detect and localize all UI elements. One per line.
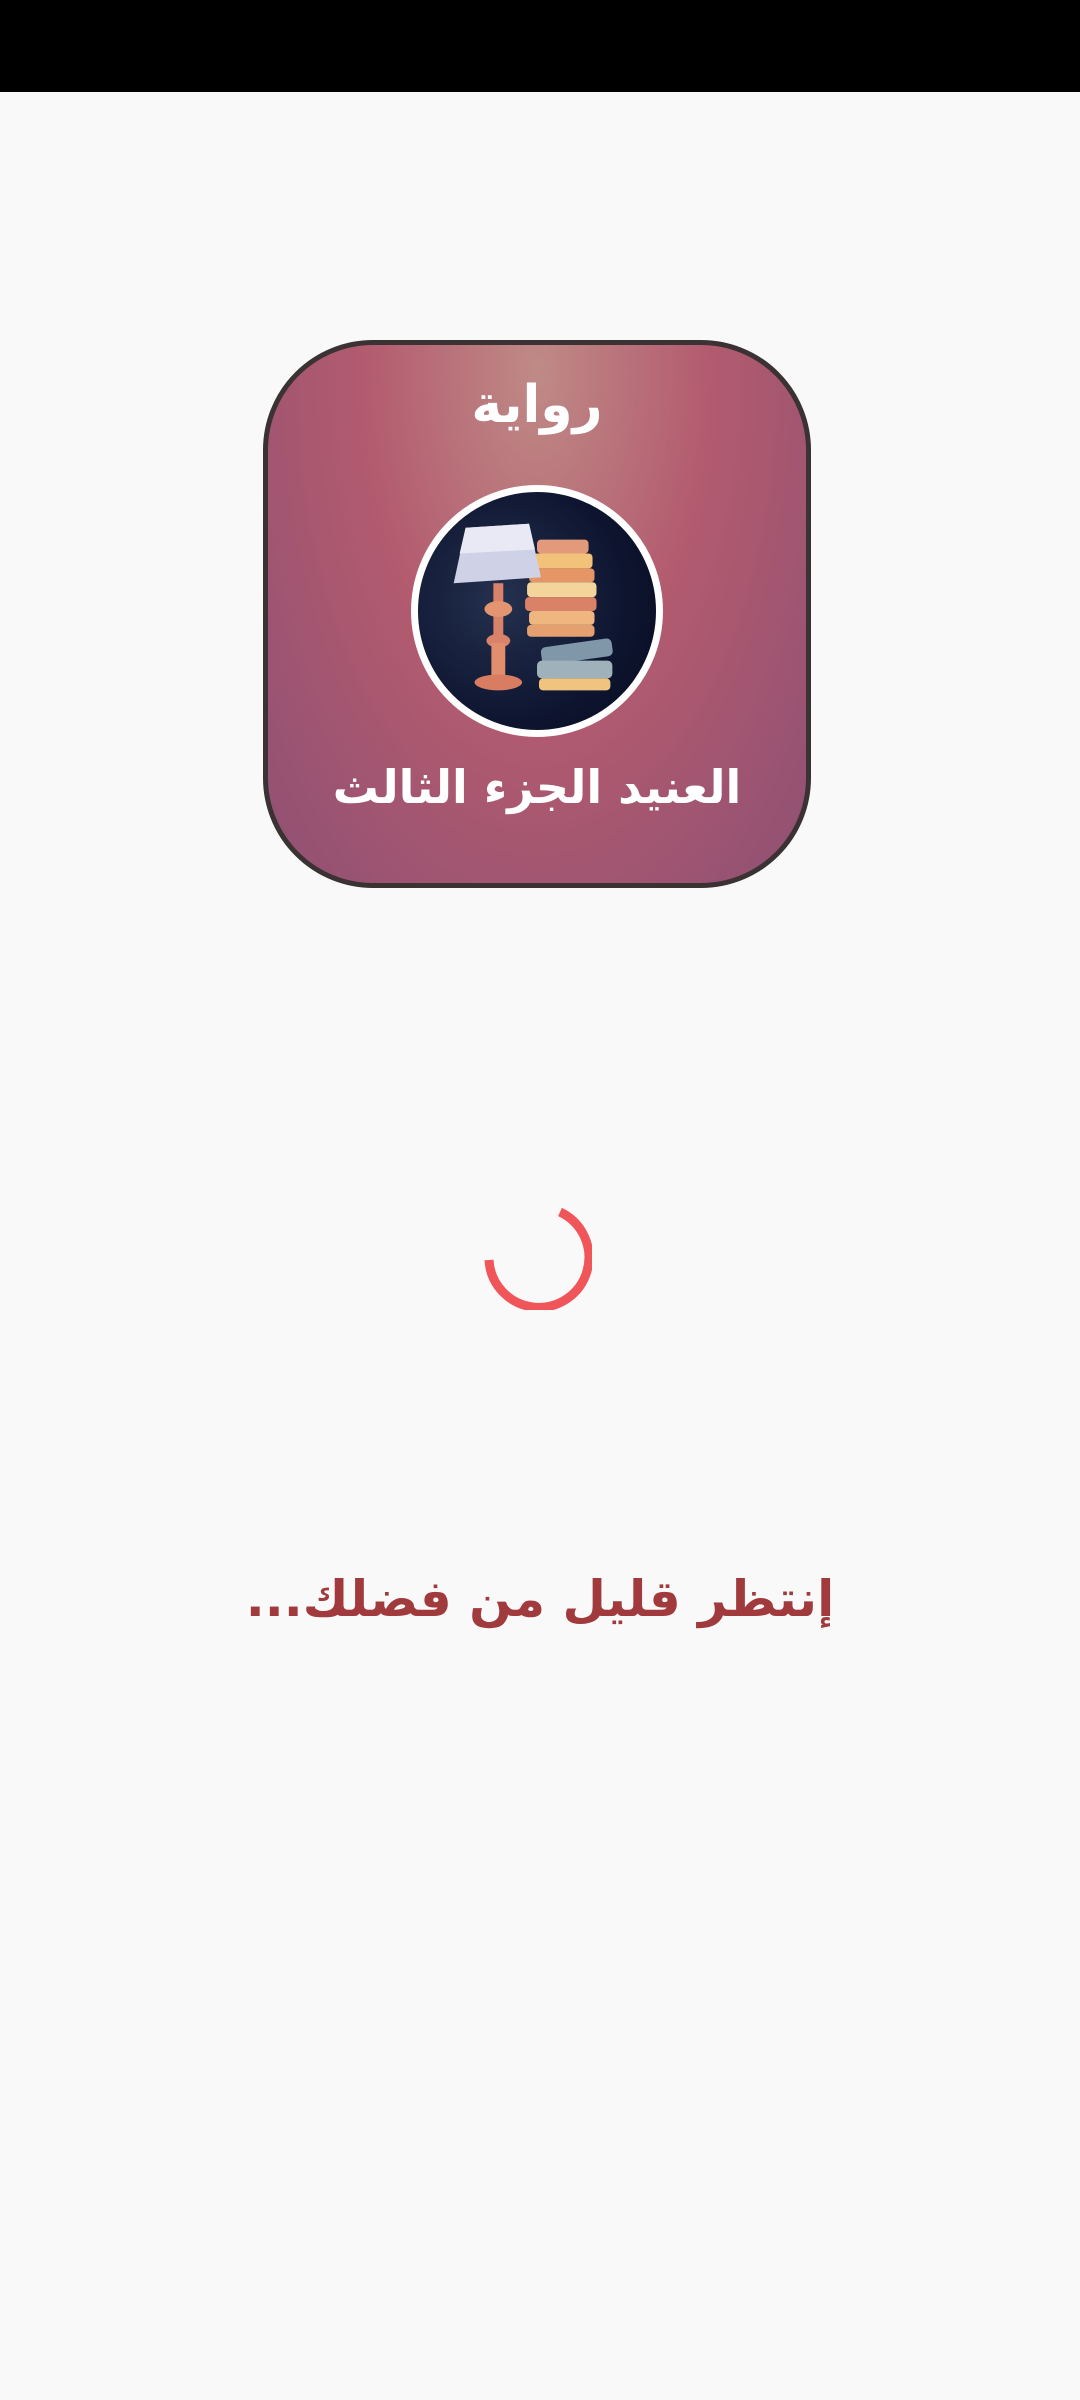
app-icon-top-label: رواية [471, 375, 603, 435]
loading-spinner-icon [484, 1207, 592, 1310]
app-icon: رواية العنيد الجزء الثالث [263, 340, 811, 888]
loading-message: إنتظر قليل من فضلك... [245, 1570, 835, 1628]
app-icon-bottom-label: العنيد الجزء الثالث [332, 760, 742, 814]
status-bar [0, 0, 1080, 92]
lamp-and-books-icon [411, 485, 663, 737]
